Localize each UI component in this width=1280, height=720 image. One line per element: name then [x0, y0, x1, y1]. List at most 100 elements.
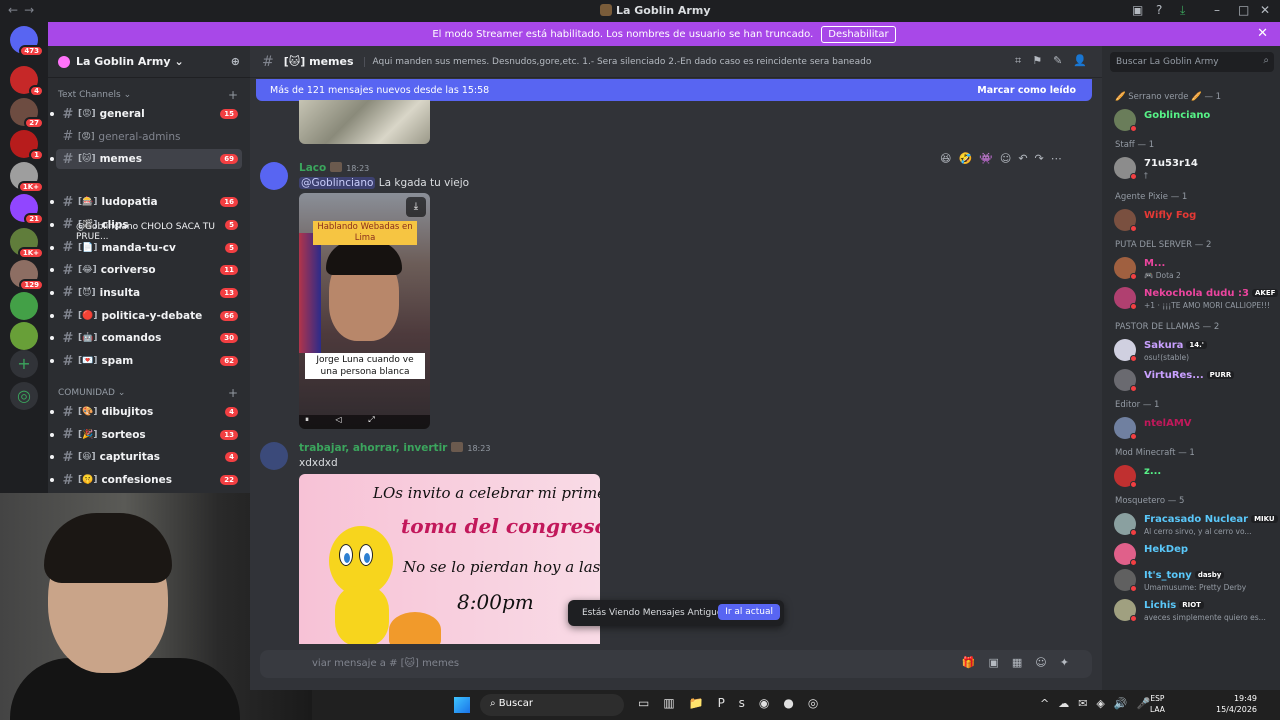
- add-server-icon[interactable]: +: [10, 350, 38, 378]
- forward-arrow-icon[interactable]: →: [24, 3, 40, 17]
- search-icon[interactable]: ⌕: [1263, 55, 1269, 66]
- maximize-icon[interactable]: □: [1238, 3, 1249, 17]
- search-input[interactable]: Buscar La Goblin Army ⌕: [1110, 52, 1274, 72]
- channel-item-politica-y-debate[interactable]: # [🔴] politica-y-debate 66: [50, 306, 242, 326]
- previous-image-attachment[interactable]: [299, 100, 430, 144]
- channel-item-ludopatia[interactable]: # [🎰] ludopatia 16: [50, 192, 242, 212]
- channel-emoji: [😡]: [78, 109, 96, 119]
- member-item[interactable]: Nekochola dudu :3 AKEF +1 · ¡¡¡TE AMO MORI…: [1106, 284, 1279, 312]
- video-attachment[interactable]: Hablando Webadas en Lima Jorge Luna cuan…: [299, 193, 430, 429]
- invite-icon[interactable]: ⊕: [231, 55, 240, 68]
- avatar[interactable]: [260, 162, 288, 190]
- download-icon[interactable]: ⤓: [1180, 3, 1185, 18]
- mention-badge: 13: [220, 429, 238, 440]
- language-indicator[interactable]: ESP LAA: [1150, 693, 1165, 715]
- channel-topic[interactable]: Aqui manden sus memes. Desnudos,gore,etc…: [363, 56, 924, 67]
- channel-item-general-admins[interactable]: # [😡] general-admins: [56, 127, 242, 147]
- windows-taskbar: ⌕ Buscar ▭▥📁Ps◉●◎ ^☁✉◈🔊🎤 ESP LAA 19:49 15/…: [312, 690, 1280, 720]
- message-author[interactable]: Laco 18:23: [299, 162, 369, 174]
- mention-badge: 11: [220, 265, 238, 276]
- back-arrow-icon[interactable]: ←: [8, 3, 24, 17]
- server-icon[interactable]: 27: [10, 98, 44, 129]
- category-comunidad[interactable]: COMUNIDAD ⌄ +: [58, 386, 238, 400]
- channel-item-dibujitos[interactable]: # [🎨] dibujitos 4: [50, 402, 242, 422]
- message-author[interactable]: trabajar, ahorrar, invertir 18:23: [299, 442, 490, 454]
- thread-item[interactable]: @Goblinciano CHOLO SACA TU PRUE...: [76, 222, 250, 242]
- member-group-header: 🥖 Serrano verde 🥖 — 1: [1115, 92, 1222, 102]
- member-item[interactable]: Goblinciano: [1106, 106, 1278, 134]
- server-icon[interactable]: 129: [10, 260, 44, 291]
- message-actions-bar[interactable]: 😆🤣👾☺↶↷⋯: [940, 152, 1076, 174]
- taskbar-apps[interactable]: ▭▥📁Ps◉●◎: [638, 696, 832, 710]
- taskbar-clock[interactable]: 19:49 15/4/2026: [1216, 693, 1257, 715]
- channel-item-general[interactable]: # [😡] general 15: [50, 104, 242, 124]
- channel-item-memes[interactable]: # [🐱] memes 69: [50, 149, 242, 170]
- system-tray[interactable]: ^☁✉◈🔊🎤: [1040, 697, 1159, 710]
- avatar[interactable]: [260, 442, 288, 470]
- member-item[interactable]: 71u53r14 †: [1106, 154, 1278, 182]
- close-window-icon[interactable]: ✕: [1260, 3, 1270, 17]
- new-messages-bar[interactable]: Más de 121 mensajes nuevos desde las 15:…: [256, 79, 1092, 101]
- jump-to-present-button[interactable]: Ir al actual: [718, 604, 780, 620]
- member-item[interactable]: ntelAMV: [1106, 414, 1278, 442]
- member-item[interactable]: VirtuRes... PURR: [1106, 366, 1278, 394]
- add-channel-icon[interactable]: +: [228, 386, 238, 400]
- inbox-icon[interactable]: ▣: [1132, 3, 1143, 17]
- header-toolbar[interactable]: ⌗⚑✎👤: [1015, 54, 1098, 68]
- channel-item-confesiones[interactable]: # [🤫] confesiones 22: [50, 470, 242, 490]
- discover-icon[interactable]: ◎: [10, 382, 38, 410]
- server-icon[interactable]: [10, 322, 38, 350]
- status-indicator: [1130, 481, 1137, 488]
- new-messages-text: Más de 121 mensajes nuevos desde las 15:…: [270, 84, 490, 96]
- mention-badge: 4: [225, 407, 238, 417]
- member-item[interactable]: HekDep: [1106, 540, 1278, 568]
- unread-badge: 27: [24, 117, 44, 129]
- member-tag: 14.': [1186, 341, 1207, 349]
- download-icon[interactable]: ⤓: [406, 197, 426, 217]
- member-tag: RIOT: [1179, 601, 1204, 609]
- channel-label: dibujitos: [101, 406, 154, 418]
- composer-icons[interactable]: 🎁▣▦☺✦: [962, 656, 1082, 669]
- member-item[interactable]: It's_tony dasby Umamusume: Pretty Derby: [1106, 566, 1278, 594]
- taskbar-search[interactable]: ⌕ Buscar: [480, 694, 624, 716]
- server-icon[interactable]: 1K+: [10, 228, 44, 259]
- channel-item-comandos[interactable]: # [🤖] comandos 30: [50, 328, 242, 348]
- server-icon[interactable]: 1: [10, 130, 44, 161]
- windows-start-icon[interactable]: [454, 697, 470, 713]
- video-controls[interactable]: ⏸ ◁ ⤢: [299, 415, 430, 429]
- add-channel-icon[interactable]: +: [228, 88, 238, 102]
- server-icon[interactable]: 21: [10, 194, 44, 225]
- unread-dot: [50, 432, 54, 437]
- server-icon[interactable]: 4: [10, 66, 44, 97]
- member-item[interactable]: Fracasado Nuclear MIKU Al cerro sirvo, y a…: [1106, 510, 1278, 538]
- help-icon[interactable]: ?: [1156, 3, 1162, 17]
- member-item[interactable]: M... 🎮 Dota 2: [1106, 254, 1278, 282]
- disable-streamer-button[interactable]: Deshabilitar: [821, 25, 896, 43]
- channel-item-insulta[interactable]: # [😈] insulta 13: [50, 283, 242, 303]
- channel-item-spam[interactable]: # [💌] spam 62: [50, 351, 242, 371]
- server-icon[interactable]: 473: [10, 26, 44, 57]
- minimize-icon[interactable]: –: [1214, 3, 1220, 17]
- channel-label: comandos: [101, 332, 162, 345]
- member-item[interactable]: Lichis RIOT aveces simplemente quiero es..…: [1106, 596, 1278, 624]
- server-icon[interactable]: [10, 292, 38, 320]
- member-item[interactable]: z...: [1106, 462, 1278, 490]
- user-mention[interactable]: @Goblinciano: [299, 177, 376, 189]
- unread-dot: [50, 336, 54, 341]
- channel-label: confesiones: [101, 474, 172, 487]
- mark-as-read-button[interactable]: Marcar como leído: [977, 85, 1076, 96]
- server-icon[interactable]: 1K+: [10, 162, 44, 193]
- composer-placeholder[interactable]: viar mensaje a # [🐱] memes: [312, 658, 459, 669]
- channel-item-coriverso[interactable]: # [😂] coriverso 11: [50, 260, 242, 280]
- guild-header[interactable]: La Goblin Army ⌄ ⊕: [48, 46, 250, 78]
- message-composer[interactable]: viar mensaje a # [🐱] memes 🎁▣▦☺✦: [260, 650, 1092, 678]
- close-icon[interactable]: ✕: [1257, 26, 1268, 41]
- channel-item-capturitas[interactable]: # [😆] capturitas 4: [50, 447, 242, 467]
- member-item[interactable]: Wifly Fog: [1106, 206, 1278, 234]
- image-attachment[interactable]: LOs invito a celebrar mi primer toma del…: [299, 474, 600, 644]
- member-activity: Umamusume: Pretty Derby: [1144, 583, 1247, 592]
- category-text-channels[interactable]: Text Channels ⌄ +: [58, 88, 238, 102]
- nav-arrows[interactable]: ←→: [8, 3, 40, 17]
- channel-item-sorteos[interactable]: # [🎉] sorteos 13: [50, 425, 242, 445]
- member-item[interactable]: Sakura 14.' osu!(stable): [1106, 336, 1278, 364]
